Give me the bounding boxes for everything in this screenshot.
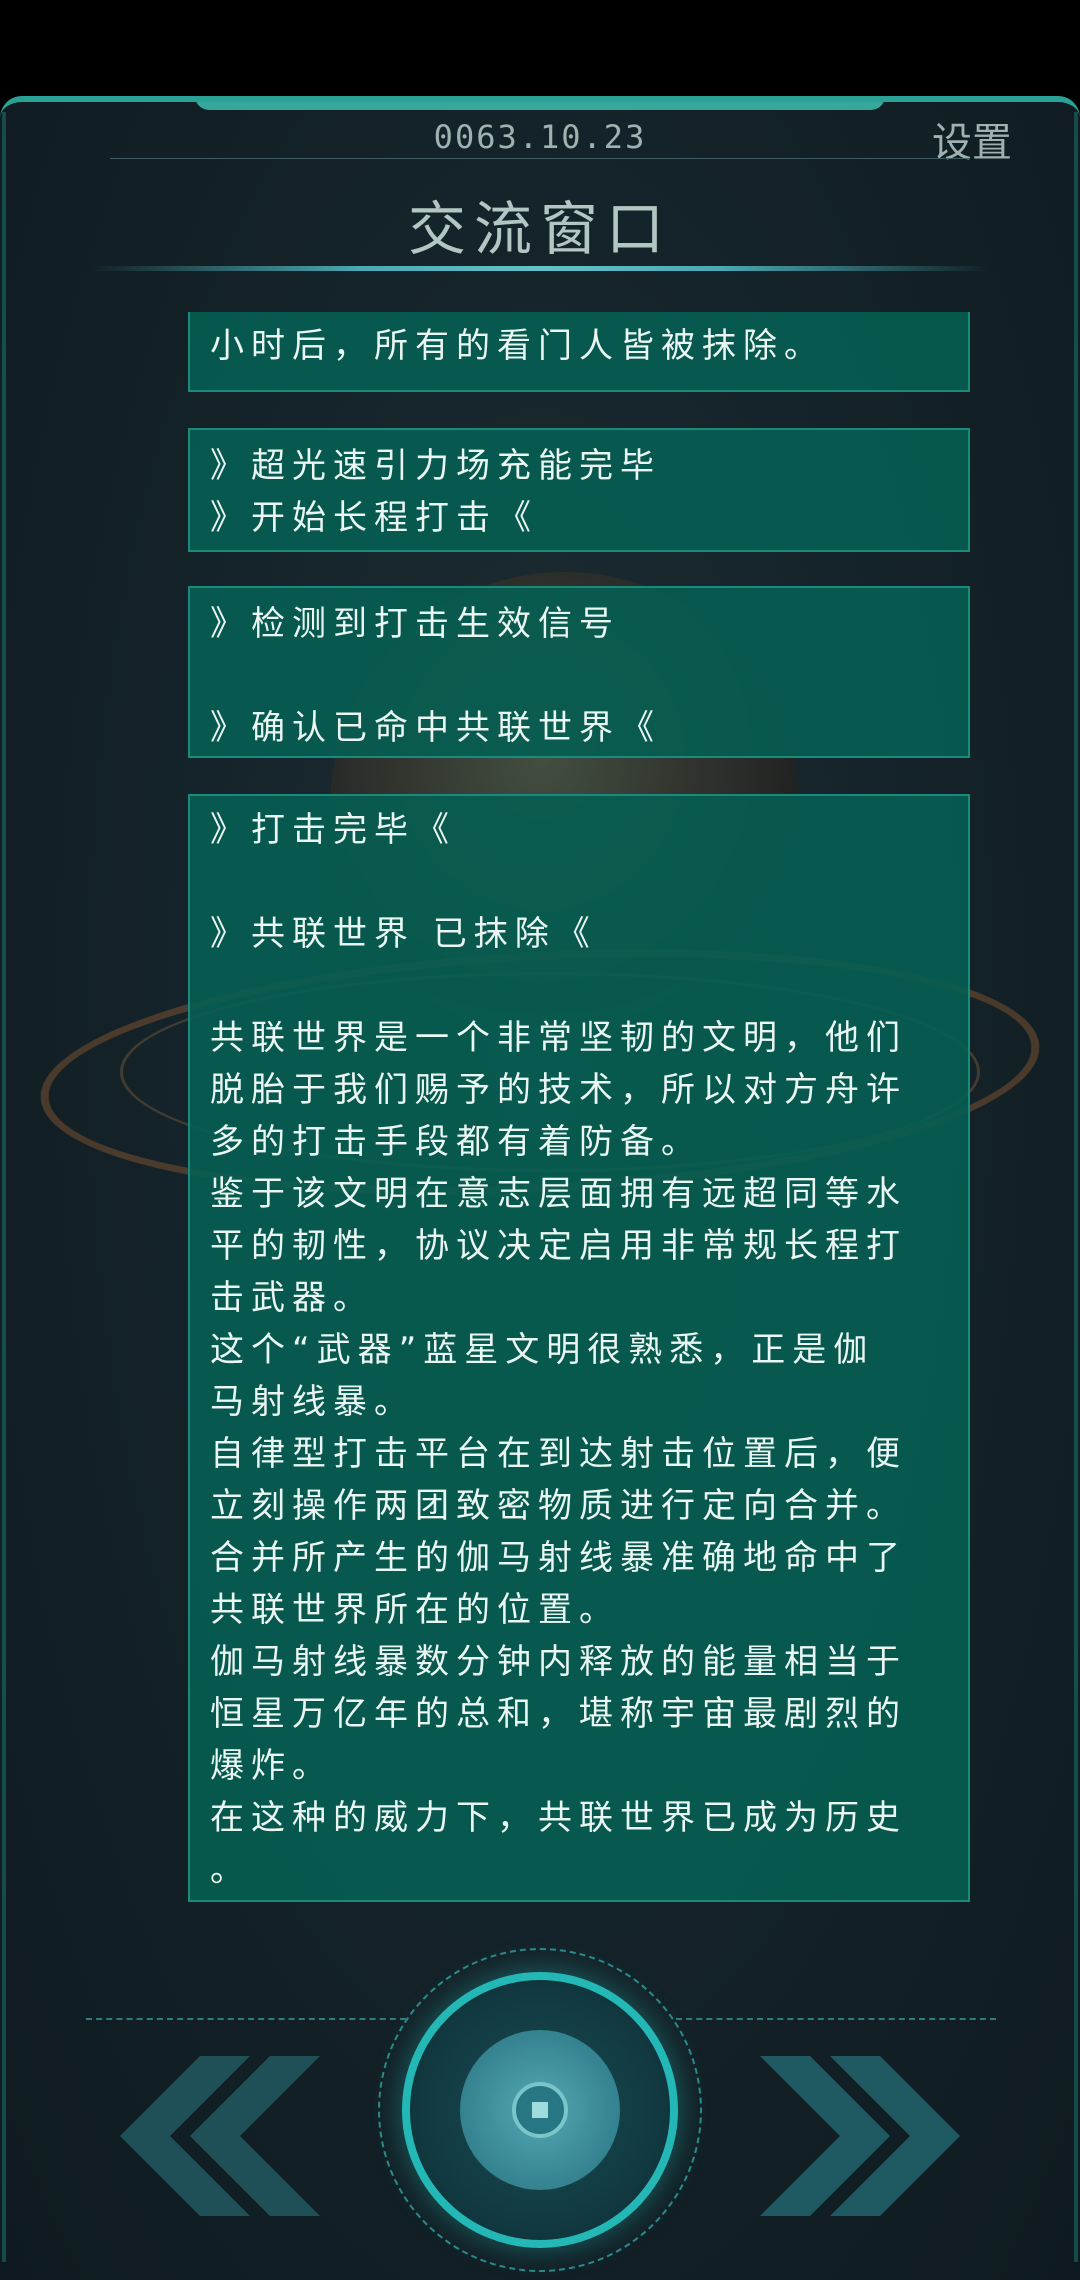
message-line: 》超光速引力场充能完毕 — [210, 446, 661, 486]
center-button-disc — [460, 2030, 620, 2190]
header-divider — [110, 158, 970, 159]
message-line: 。 — [210, 1850, 251, 1890]
message-line: 在这种的威力下，共联世界已成为历史 — [210, 1798, 907, 1838]
message-line: 》共联世界 已抹除《 — [210, 914, 597, 954]
message-line: 击武器。 — [210, 1278, 374, 1318]
message-line — [210, 960, 948, 1012]
message-line: 轴起作，在与他们的协商中途会了数千个 — [210, 312, 948, 320]
message-list[interactable]: 轴起作，在与他们的协商中途会了数千个 小时后，所有的看门人皆被抹除。 》超光速引… — [0, 312, 1080, 1912]
message-line: 》检测到打击生效信号 — [210, 604, 620, 644]
message-card: 轴起作，在与他们的协商中途会了数千个 小时后，所有的看门人皆被抹除。 — [188, 312, 970, 392]
message-line: 马射线暴。 — [210, 1382, 415, 1422]
message-line: 恒星万亿年的总和，堪称宇宙最剧烈的 — [210, 1694, 907, 1734]
double-chevron-right-icon — [760, 2056, 960, 2216]
settings-button[interactable]: 设置 — [932, 110, 1012, 168]
prev-button[interactable] — [100, 2056, 320, 2216]
message-line: 立刻操作两团致密物质进行定向合并。 — [210, 1486, 907, 1526]
next-button[interactable] — [760, 2056, 980, 2216]
control-guide-line-right — [676, 2018, 996, 2020]
message-line: 脱胎于我们赐予的技术，所以对方舟许 — [210, 1070, 907, 1110]
message-line: 平的韧性，协议决定启用非常规长程打 — [210, 1226, 907, 1266]
message-line: 多的打击手段都有着防备。 — [210, 1122, 702, 1162]
status-bar — [0, 0, 1080, 96]
message-line: 合并所产生的伽马射线暴准确地命中了 — [210, 1538, 907, 1578]
message-line: 爆炸。 — [210, 1746, 333, 1786]
message-line: 》开始长程打击《 — [210, 498, 538, 538]
message-card: 》超光速引力场充能完毕 》开始长程打击《 — [188, 428, 970, 552]
message-card: 》打击完毕《 》共联世界 已抹除《 共联世界是一个非常坚韧的文明，他们 脱胎于我… — [188, 794, 970, 1902]
message-line: 这个“武器”蓝星文明很熟悉，正是伽 — [210, 1330, 875, 1370]
message-line: 共联世界是一个非常坚韧的文明，他们 — [210, 1018, 907, 1058]
title-underline — [90, 266, 990, 271]
message-line — [210, 856, 948, 908]
message-line: 》打击完毕《 — [210, 810, 456, 850]
page-title: 交流窗口 — [407, 195, 672, 263]
center-square-icon — [532, 2102, 548, 2118]
double-chevron-left-icon — [120, 2056, 320, 2216]
play-core-icon — [512, 2082, 568, 2138]
date-label: 0063.10.23 — [433, 118, 647, 156]
message-line: 自律型打击平台在到达射击位置后，便 — [210, 1434, 907, 1474]
message-line: 》确认已命中共联世界《 — [210, 708, 661, 748]
control-guide-line-left — [86, 2018, 406, 2020]
message-card: 》检测到打击生效信号 》确认已命中共联世界《 — [188, 586, 970, 758]
frame-top-tab — [195, 102, 885, 110]
message-line: 伽马射线暴数分钟内释放的能量相当于 — [210, 1642, 907, 1682]
message-line: 共联世界所在的位置。 — [210, 1590, 620, 1630]
center-action-button[interactable] — [402, 1972, 678, 2248]
message-line: 小时后，所有的看门人皆被抹除。 — [210, 326, 825, 366]
message-line: 鉴于该文明在意志层面拥有远超同等水 — [210, 1174, 907, 1214]
message-line — [210, 650, 948, 702]
